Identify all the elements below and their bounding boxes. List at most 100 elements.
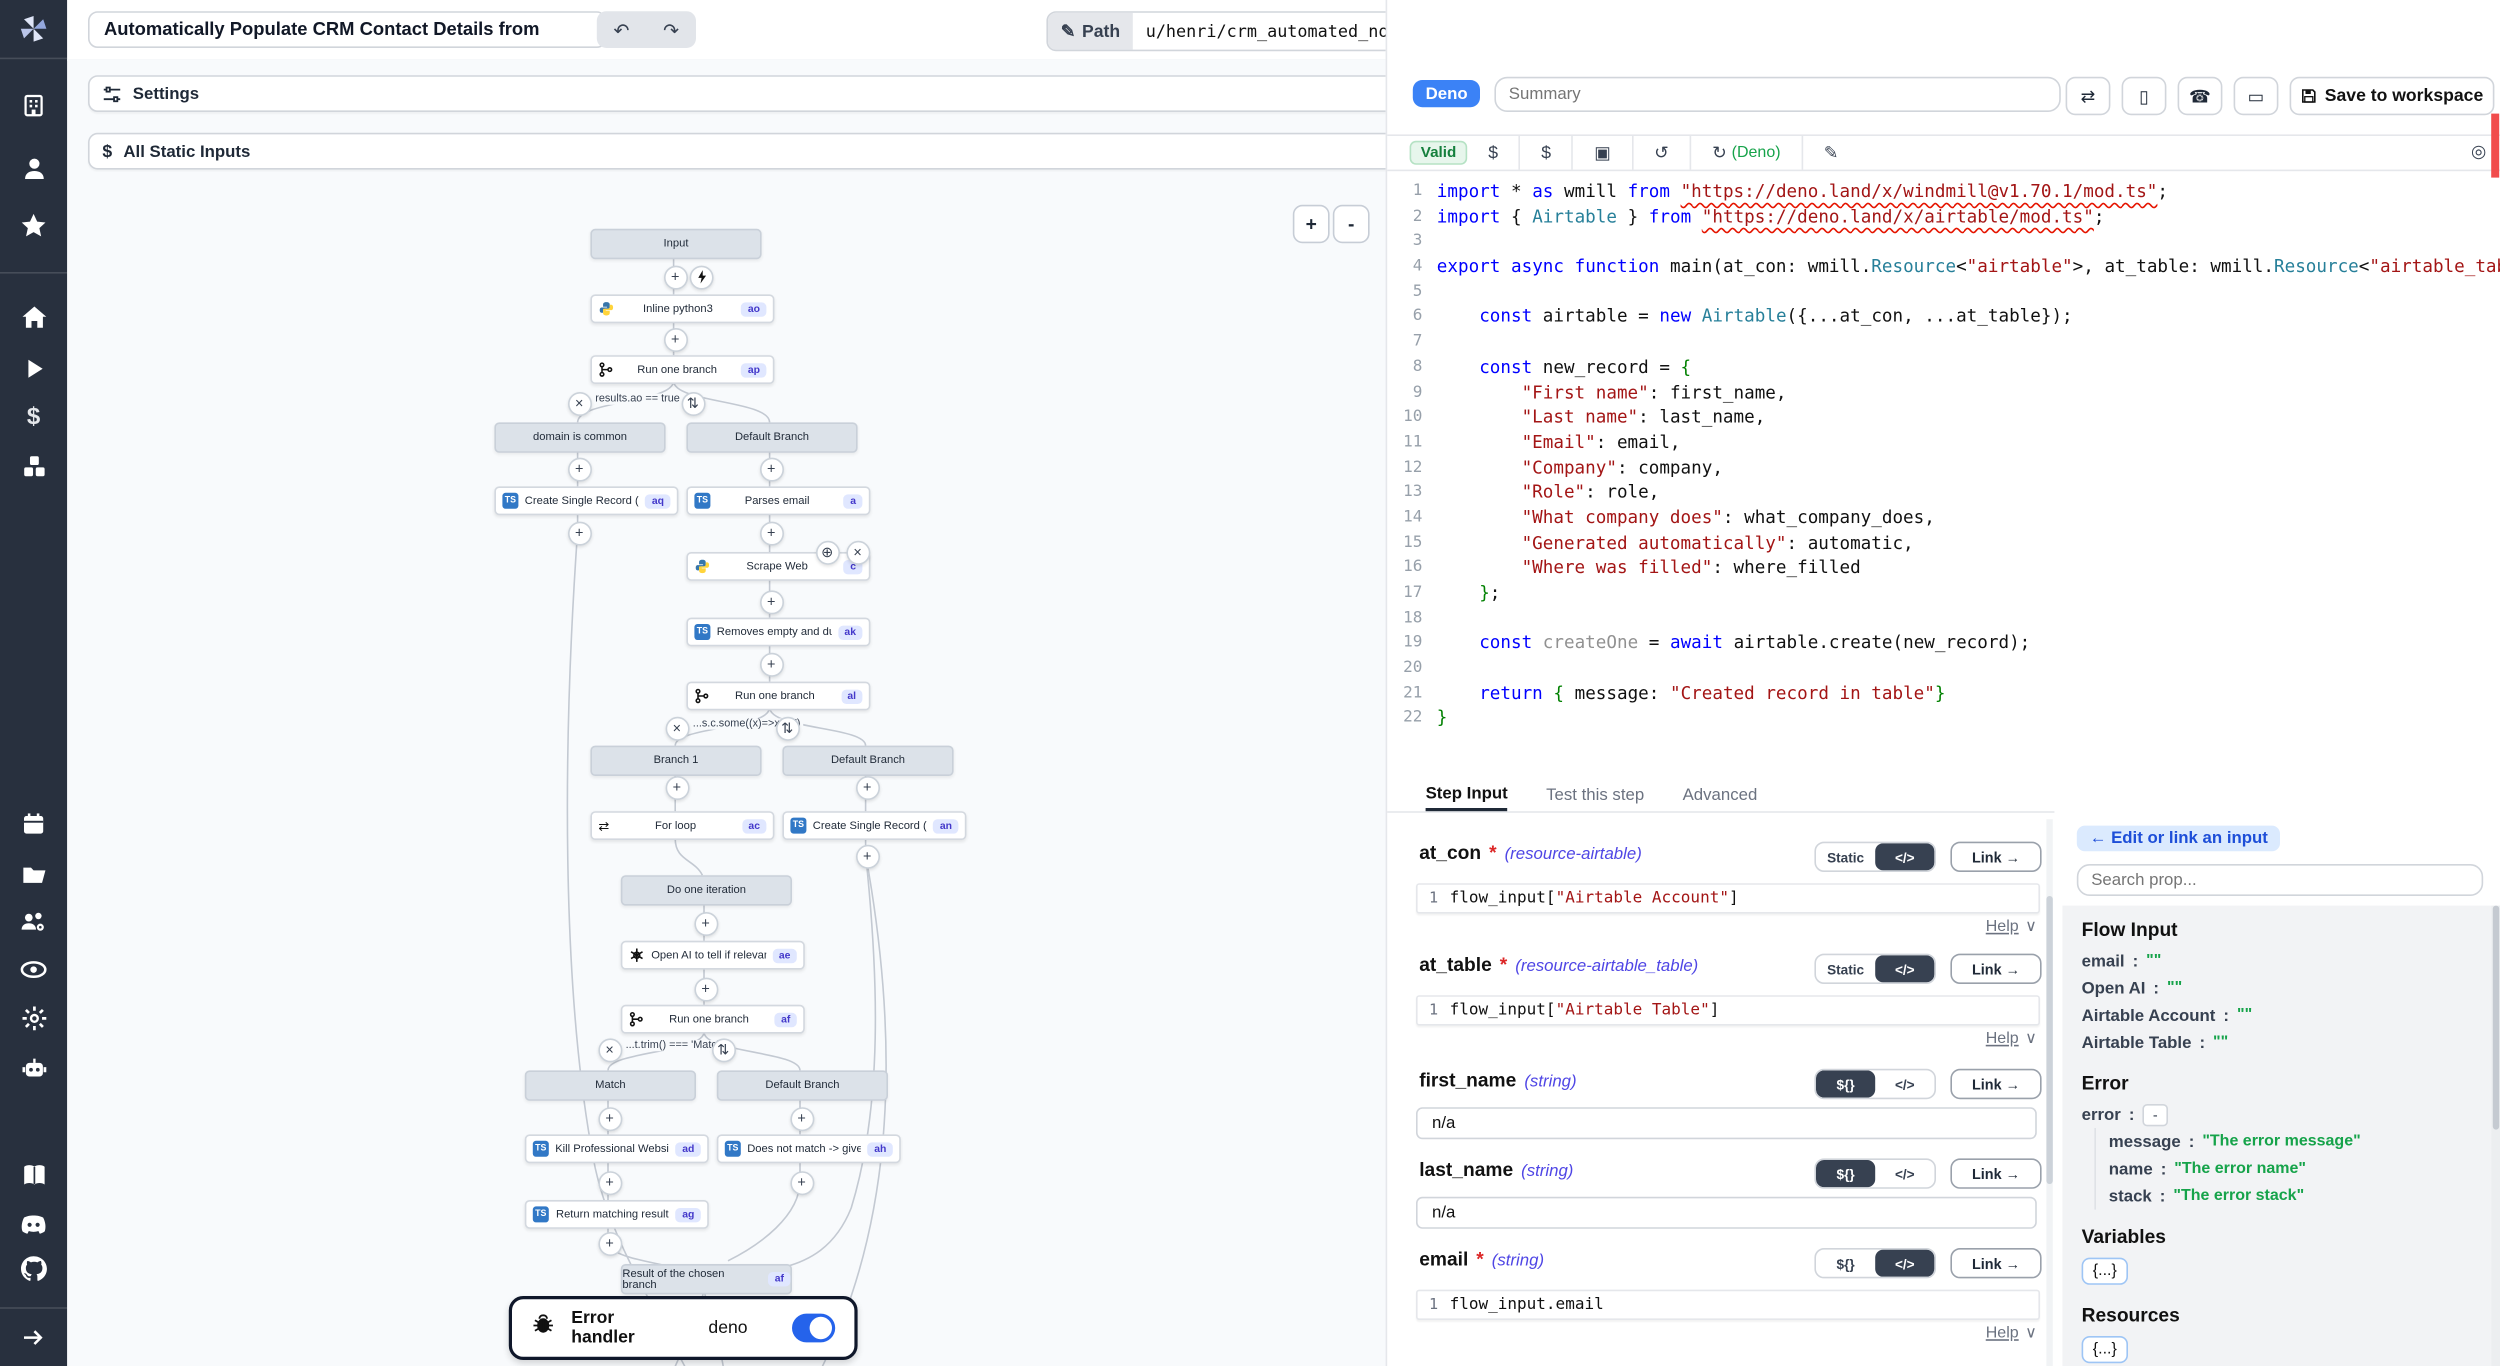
error-handler-toggle[interactable] [792,1314,835,1343]
sidebar-item-variables[interactable]: $ [0,400,67,432]
add-step-button[interactable]: + [598,1106,622,1130]
add-step-button[interactable]: + [598,1170,622,1194]
add-step-button[interactable]: + [790,1106,814,1130]
add-step-button[interactable]: + [598,1231,622,1255]
add-step-button[interactable]: + [694,977,718,1001]
prop-entry[interactable]: message:"The error message" [2109,1128,2491,1155]
format-code-icon[interactable]: ✎ [1803,136,1859,170]
toggle-template[interactable]: ${} [1816,1250,1875,1277]
node-result-chosen-branch[interactable]: Result of the chosen branch af [621,1264,792,1294]
github-icon[interactable] [0,1253,67,1285]
add-step-button[interactable]: + [567,457,591,481]
add-step-button[interactable]: + [665,775,689,799]
node-input[interactable]: Input [590,229,761,259]
prop-entry[interactable]: Airtable Account:"" [2082,1002,2492,1029]
node-default-branch-1[interactable]: Default Branch [686,422,857,452]
prop-picker-scrollbar[interactable] [2491,906,2500,1366]
library-icon[interactable]: ▭ [2234,77,2279,115]
node-default-branch-3[interactable]: Default Branch [717,1070,888,1100]
tab-step-input[interactable]: Step Input [1426,779,1508,811]
sidebar-item-workers[interactable] [0,1051,67,1083]
prop-entry[interactable]: Airtable Table:"" [2082,1029,2492,1056]
node-default-branch-2[interactable]: Default Branch [782,746,953,776]
node-create-single-record-aq[interactable]: TS Create Single Record (Airtable) aq [494,486,678,515]
email-link-button[interactable]: Link → [1950,1248,2041,1278]
undo-button[interactable]: ↶ [597,11,647,48]
edit-or-link-input-button[interactable]: ← Edit or link an input [2077,826,2281,852]
prop-search-input[interactable] [2077,864,2483,896]
add-step-button[interactable]: + [759,521,783,545]
at-con-expression[interactable]: 1 flow_input["Airtable Account"] [1416,883,2040,913]
add-step-button[interactable]: + [759,590,783,614]
sidebar-item-workspace[interactable] [0,90,67,122]
node-does-not-match[interactable]: TS Does not match -> gives empty value a… [717,1134,901,1163]
node-parses-email[interactable]: TS Parses email a [686,486,870,515]
sync-icon[interactable]: ⇄ [2066,77,2111,115]
sidebar-item-groups[interactable] [0,906,67,938]
prop-entry-error[interactable]: error:- [2082,1101,2492,1128]
toggle-code[interactable]: </> [1875,1160,1934,1187]
at-table-expression[interactable]: 1 flow_input["Airtable Table"] [1416,995,2040,1025]
sidebar-item-docs[interactable] [0,1158,67,1190]
toggle-template[interactable]: ${} [1816,1160,1875,1187]
swap-branch-button[interactable]: ⇅ [681,391,705,415]
tab-advanced[interactable]: Advanced [1683,779,1758,811]
help-link[interactable]: Help∨ [1867,1325,2037,1343]
diff-view-icon[interactable]: ◎ [2471,141,2486,162]
sidebar-item-settings[interactable] [0,1002,67,1034]
discord-icon[interactable] [0,1208,67,1240]
last-name-link-button[interactable]: Link → [1950,1158,2041,1188]
at-table-link-button[interactable]: Link → [1950,954,2041,984]
remove-condition-button[interactable]: × [665,716,689,740]
sidebar-item-audit-logs[interactable] [0,954,67,986]
node-run-one-branch-ap[interactable]: Run one branch ap [590,355,774,384]
prop-entry[interactable]: email:"" [2082,947,2492,974]
resources-expand-button[interactable]: {...} [2082,1336,2128,1363]
move-node-button[interactable]: ⊕ [815,540,839,564]
tab-test-this-step[interactable]: Test this step [1546,779,1644,811]
node-for-loop[interactable]: ⇄ For loop ac [590,811,774,840]
mobile-view-icon[interactable]: ▯ [2122,77,2167,115]
form-scrollbar[interactable] [2046,819,2052,1366]
help-link[interactable]: Help∨ [1867,1030,2037,1048]
remove-condition-button[interactable]: × [567,391,591,415]
node-kill-professional-websites[interactable]: TS Kill Professional Websites mentions a… [525,1134,709,1163]
toggle-code[interactable]: </> [1875,955,1934,982]
node-run-one-branch-al[interactable]: Run one branch al [686,682,870,711]
first-name-input[interactable] [1416,1107,2037,1139]
at-con-link-button[interactable]: Link → [1950,842,2041,872]
variable-picker-icon[interactable]: $ [1468,136,1519,170]
windmill-logo-icon[interactable] [0,10,67,48]
flow-title-input[interactable]: Automatically Populate CRM Contact Detai… [88,11,606,48]
redo-button[interactable]: ↷ [646,11,696,48]
variables-expand-button[interactable]: {...} [2082,1258,2128,1285]
collapse-sidebar-icon[interactable] [0,1322,67,1354]
reset-icon[interactable]: ↺ [1633,136,1689,170]
reload-assistant-icon[interactable]: ↻(Deno) [1691,136,1801,170]
resource-picker-icon[interactable]: $ [1521,136,1572,170]
package-icon[interactable]: ▣ [1574,136,1632,170]
add-step-button[interactable]: + [759,457,783,481]
toggle-static[interactable]: Static [1816,843,1875,870]
swap-branch-button[interactable]: ⇅ [775,716,799,740]
prop-entry[interactable]: Open AI:"" [2082,974,2492,1001]
email-expression[interactable]: 1 flow_input.email [1416,1290,2040,1320]
node-do-one-iteration[interactable]: Do one iteration [621,875,792,905]
sidebar-item-favorites[interactable] [0,210,67,242]
first-name-link-button[interactable]: Link → [1950,1069,2041,1099]
node-inline-python3[interactable]: Inline python3 ao [590,294,774,323]
add-step-button[interactable]: + [759,652,783,676]
node-branch-1[interactable]: Branch 1 [590,746,761,776]
add-step-button[interactable]: + [567,521,591,545]
toggle-code[interactable]: </> [1875,843,1934,870]
sidebar-item-resources[interactable] [0,450,67,482]
sidebar-item-schedules[interactable] [0,808,67,840]
save-to-workspace-button[interactable]: Save to workspace [2290,77,2495,115]
webhook-icon[interactable]: ☎ [2178,77,2223,115]
sidebar-item-runs[interactable] [0,352,67,384]
toggle-template[interactable]: ${} [1816,1070,1875,1097]
toggle-code[interactable]: </> [1875,1070,1934,1097]
help-link[interactable]: Help∨ [1867,918,2037,936]
sidebar-item-home[interactable] [0,301,67,333]
add-step-button[interactable]: + [663,265,687,289]
